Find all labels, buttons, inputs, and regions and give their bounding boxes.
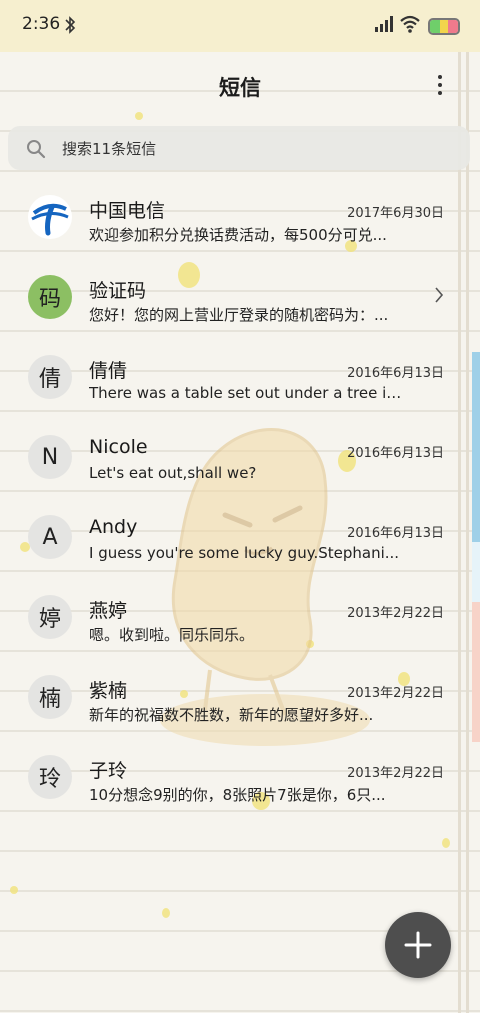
avatar: 玲 <box>28 755 72 799</box>
avatar: 码 <box>28 275 72 319</box>
contact-name: Andy <box>89 516 138 538</box>
conversation-row[interactable]: 婷 燕婷 2013年2月22日 嗯。收到啦。同乐同乐。 <box>0 578 480 658</box>
avatar: N <box>28 435 72 479</box>
decor-dot <box>442 838 450 848</box>
page-title: 短信 <box>219 76 261 100</box>
contact-name: 燕婷 <box>89 600 128 622</box>
battery-icon <box>428 18 460 35</box>
message-date: 2013年2月22日 <box>347 766 444 781</box>
conversation-row[interactable]: 倩 倩倩 2016年6月13日 There was a table set ou… <box>0 338 480 418</box>
contact-name: 紫楠 <box>89 680 128 702</box>
message-date: 2017年6月30日 <box>347 206 444 221</box>
wifi-icon <box>400 15 420 33</box>
contact-name: Nicole <box>89 436 148 458</box>
avatar: 楠 <box>28 675 72 719</box>
message-preview: 嗯。收到啦。同乐同乐。 <box>89 626 255 644</box>
status-time: 2:36 <box>22 14 61 34</box>
message-preview: 10分想念9别的你，8张照片7张是你，6只... <box>89 786 386 804</box>
conversation-row[interactable]: N Nicole 2016年6月13日 Let's eat out,shall … <box>0 418 480 498</box>
contact-name: 子玲 <box>89 760 128 782</box>
contact-name: 验证码 <box>89 280 147 302</box>
chevron-right-icon[interactable] <box>434 286 444 304</box>
message-date: 2016年6月13日 <box>347 526 444 541</box>
message-date: 2016年6月13日 <box>347 366 444 381</box>
message-date: 2013年2月22日 <box>347 606 444 621</box>
conversation-row[interactable]: 中国电信 2017年6月30日 欢迎参加积分兑换话费活动，每500分可兑... <box>0 178 480 258</box>
conversation-row[interactable]: 楠 紫楠 2013年2月22日 新年的祝福数不胜数，新年的愿望好多好... <box>0 658 480 738</box>
message-preview: There was a table set out under a tree i… <box>89 384 404 402</box>
signal-icon <box>375 16 393 32</box>
conversation-row[interactable]: A Andy 2016年6月13日 I guess you're some lu… <box>0 498 480 578</box>
plus-icon <box>404 931 432 959</box>
search-placeholder: 搜索11条短信 <box>62 140 157 158</box>
bluetooth-icon <box>65 16 76 34</box>
avatar <box>28 195 72 239</box>
more-vert-icon[interactable] <box>432 72 448 98</box>
message-preview: 新年的祝福数不胜数，新年的愿望好多好... <box>89 706 374 724</box>
message-preview: 欢迎参加积分兑换话费活动，每500分可兑... <box>89 226 387 244</box>
conversation-list: 中国电信 2017年6月30日 欢迎参加积分兑换话费活动，每500分可兑... … <box>0 178 480 818</box>
conversation-row[interactable]: 码 验证码 您好！您的网上营业厅登录的随机密码为：... <box>0 258 480 338</box>
message-date: 2016年6月13日 <box>347 446 444 461</box>
contact-name: 倩倩 <box>89 360 128 382</box>
search-icon <box>27 140 46 159</box>
contact-name: 中国电信 <box>89 200 166 222</box>
conversation-row[interactable]: 玲 子玲 2013年2月22日 10分想念9别的你，8张照片7张是你，6只... <box>0 738 480 818</box>
message-preview: 您好！您的网上营业厅登录的随机密码为：... <box>89 306 389 324</box>
decor-dot <box>10 886 18 894</box>
message-date: 2013年2月22日 <box>347 686 444 701</box>
avatar: A <box>28 515 72 559</box>
avatar: 倩 <box>28 355 72 399</box>
china-telecom-logo <box>29 196 71 238</box>
avatar: 婷 <box>28 595 72 639</box>
search-input[interactable]: 搜索11条短信 <box>8 126 470 170</box>
app-bar: 短信 <box>0 52 480 116</box>
status-bar: 2:36 <box>0 0 480 52</box>
message-preview: Let's eat out,shall we? <box>89 464 257 482</box>
message-preview: I guess you're some lucky guy.Stephani..… <box>89 544 400 562</box>
decor-dot <box>162 908 170 918</box>
new-message-button[interactable] <box>385 912 451 978</box>
